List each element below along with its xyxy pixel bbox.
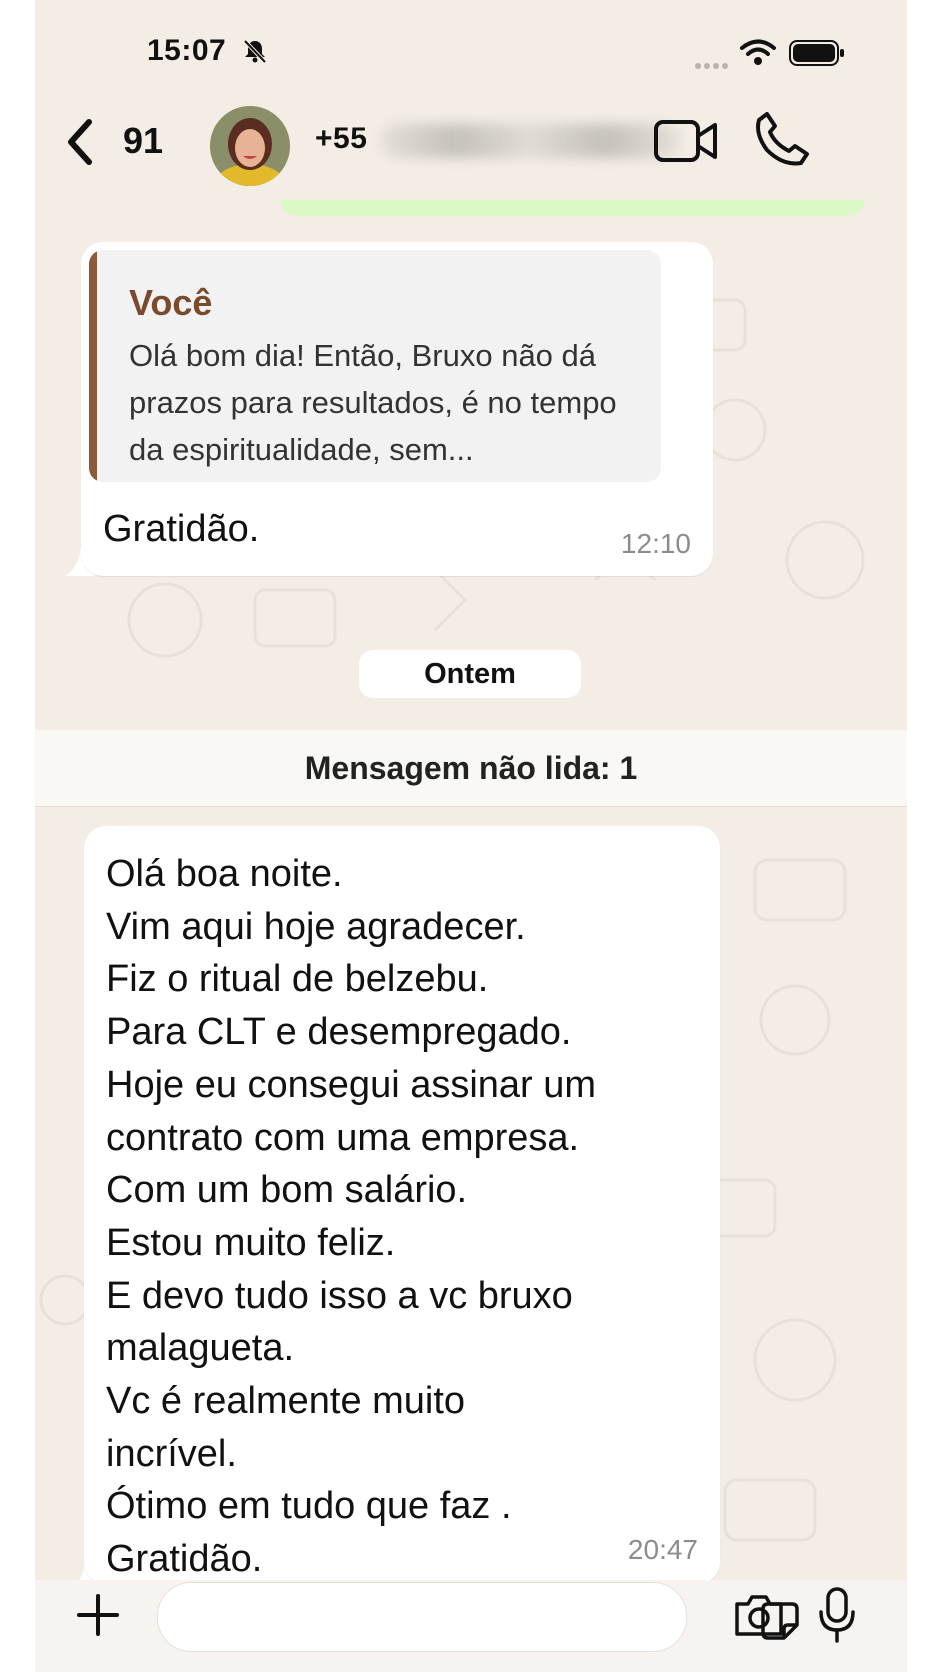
battery-icon <box>789 40 844 66</box>
avatar-photo <box>210 106 290 186</box>
plus-icon[interactable] <box>75 1592 121 1638</box>
quoted-message[interactable]: Você Olá bom dia! Então, Bruxo não dá pr… <box>89 250 661 482</box>
contact-avatar[interactable] <box>210 106 290 186</box>
contact-name[interactable]: +55 <box>315 122 367 156</box>
message-line: E devo tudo isso a vc bruxo <box>106 1274 573 1317</box>
camera-icon[interactable] <box>733 1592 785 1638</box>
redacted-phone-number <box>380 124 680 158</box>
status-time: 15:07 <box>147 34 227 67</box>
message-line: Ótimo em tudo que faz . <box>106 1485 512 1528</box>
voice-call-icon[interactable] <box>753 110 811 168</box>
message-line: Olá boa noite. <box>106 853 343 895</box>
message-line: contrato com uma empresa. <box>106 1116 580 1159</box>
message-line: Vim aqui hoje agradecer. <box>106 905 526 948</box>
message-input-bar <box>35 1580 907 1672</box>
message-time: 12:10 <box>620 528 691 559</box>
message-line: Com um bom salário. <box>106 1169 468 1212</box>
bell-off-icon <box>243 39 267 64</box>
message-line: Para CLT e desempregado. <box>106 1011 572 1054</box>
message-line: Vc é realmente muito <box>106 1380 466 1423</box>
back-icon[interactable] <box>63 118 97 166</box>
message-line: malagueta. <box>106 1327 295 1370</box>
message-line: Gratidão. <box>106 1538 263 1581</box>
message-text: Gratidão. <box>103 508 260 550</box>
message-line: Estou muito feliz. <box>106 1221 396 1264</box>
message-input[interactable] <box>157 1582 799 1652</box>
unread-messages-banner: Mensagem não lida: 1 <box>35 730 907 807</box>
message-bubble-reply[interactable]: Você Olá bom dia! Então, Bruxo não dá pr… <box>81 242 713 576</box>
message-bubble-incoming[interactable]: Olá boa noite. Vim aqui hoje agradecer. … <box>84 826 720 1584</box>
chat-header: 91 +55 <box>35 100 907 200</box>
message-body: Olá boa noite. Vim aqui hoje agradecer. … <box>106 848 706 1586</box>
unread-chats-count[interactable]: 91 <box>123 120 163 162</box>
message-line: incrível. <box>106 1432 237 1475</box>
status-bar: 15:07 <box>35 0 907 100</box>
message-line: Fiz o ritual de belzebu. <box>106 958 489 1001</box>
quoted-author: Você <box>129 282 213 323</box>
chat-screen: 15:07 91 +55 Você Olá bom dia! Então, Br… <box>35 0 907 1672</box>
video-call-icon[interactable] <box>653 116 719 166</box>
date-separator: Ontem <box>359 650 581 698</box>
message-line: Hoje eu consegui assinar um <box>106 1063 597 1106</box>
mic-icon[interactable] <box>817 1586 857 1644</box>
message-time: 20:47 <box>627 1534 698 1565</box>
quoted-text: Olá bom dia! Então, Bruxo não dá prazos … <box>129 338 617 467</box>
quote-accent-bar <box>89 250 97 482</box>
wifi-icon <box>740 39 776 65</box>
signal-dots-icon <box>695 56 731 74</box>
